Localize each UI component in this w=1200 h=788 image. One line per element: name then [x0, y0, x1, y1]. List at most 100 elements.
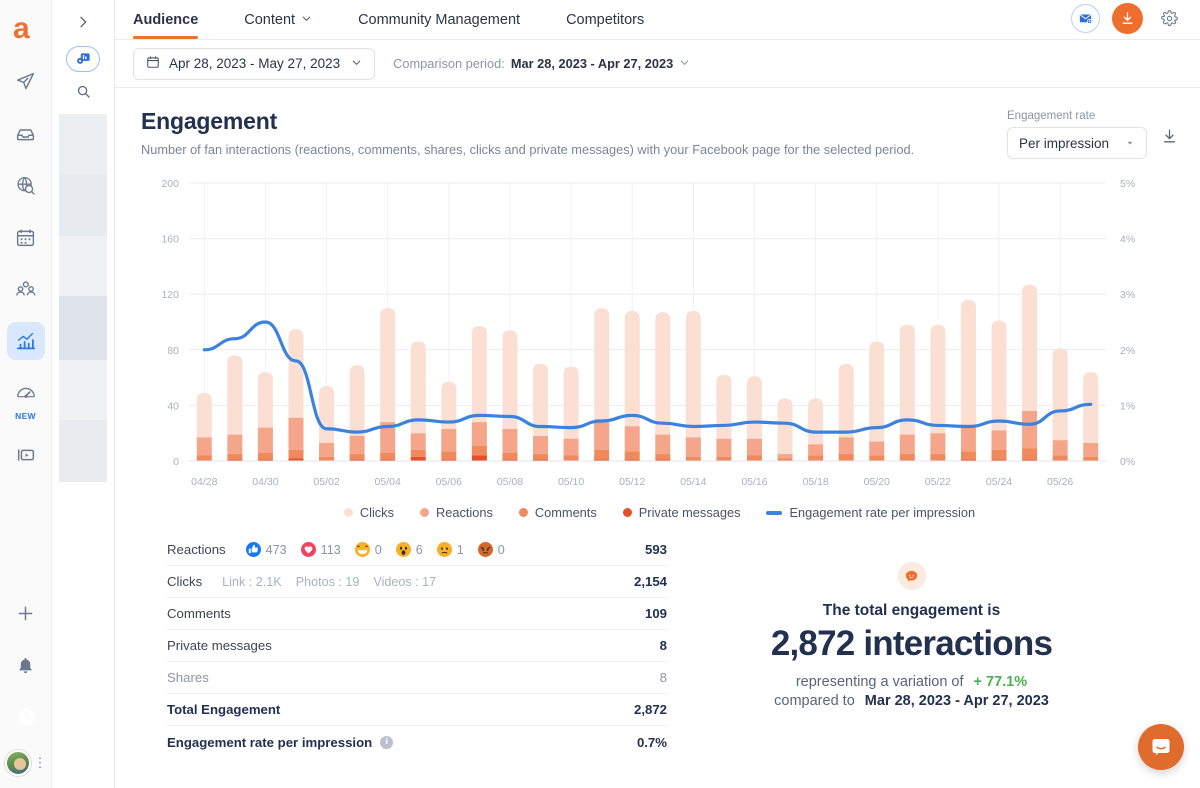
notifications-bell-icon[interactable]: [7, 646, 45, 684]
add-button[interactable]: [7, 594, 45, 632]
angry-icon: [478, 542, 493, 557]
reaction-count: 0: [498, 543, 505, 557]
skeleton-block: [59, 174, 107, 236]
table-row: Total Engagement 2,872: [167, 694, 667, 726]
legend-item-private-messages[interactable]: Private messages: [623, 505, 741, 520]
sidebar-item-video[interactable]: [7, 436, 45, 474]
engagement-rate-select[interactable]: Per impression: [1007, 127, 1147, 159]
summary-compared: compared to Mar 28, 2023 - Apr 27, 2023: [774, 693, 1049, 709]
legend-label: Clicks: [360, 505, 394, 520]
calendar-icon: [146, 55, 160, 72]
export-chart-download-icon[interactable]: [1161, 110, 1178, 150]
download-icon[interactable]: [1112, 3, 1143, 34]
haha-icon: [355, 542, 370, 557]
user-avatar-menu[interactable]: ⋮: [5, 750, 47, 776]
agorapulse-logo[interactable]: a: [6, 8, 46, 48]
reaction-count: 1: [457, 543, 464, 557]
like-icon: [246, 542, 261, 557]
engagement-chart[interactable]: 00%401%802%1203%1604%2005%04/2804/3005/0…: [141, 169, 1178, 499]
engagement-chart-svg: 00%401%802%1203%1604%2005%04/2804/3005/0…: [141, 169, 1171, 499]
sidebar-item-fans[interactable]: [7, 270, 45, 308]
reaction-like: 473: [246, 542, 287, 557]
clicks-videos: Videos : 17: [373, 575, 436, 589]
main-area: Audience Content Community Management Co…: [115, 0, 1200, 788]
summary-compared-prefix: compared to: [774, 693, 855, 709]
stat-label: Total Engagement: [167, 702, 280, 717]
comparison-period-label: Comparison period:: [393, 56, 505, 71]
top-actions: [1071, 3, 1184, 39]
avatar[interactable]: [5, 750, 31, 776]
legend-item-comments[interactable]: Comments: [519, 505, 597, 520]
table-row: Reactions 473: [167, 534, 667, 566]
reaction-count: 113: [321, 543, 341, 557]
stat-value: 593: [645, 542, 667, 557]
chat-bubble-icon: [898, 562, 926, 590]
table-row: Private messages 8: [167, 630, 667, 662]
legend-item-reactions[interactable]: Reactions: [420, 505, 493, 520]
sidebar-item-reports[interactable]: [7, 322, 45, 360]
roi-new-badge: NEW: [15, 411, 36, 421]
sidebar-item-inbox[interactable]: [7, 114, 45, 152]
reaction-sad: 1: [437, 542, 464, 557]
tab-content[interactable]: Content: [244, 0, 334, 39]
nav-tabs: Audience Content Community Management Co…: [133, 0, 690, 39]
search-icon[interactable]: [66, 76, 100, 106]
legend-item-clicks[interactable]: Clicks: [344, 505, 394, 520]
sidebar-item-publishing[interactable]: [7, 62, 45, 100]
svg-text:4%: 4%: [1120, 234, 1135, 246]
svg-text:05/08: 05/08: [497, 476, 523, 488]
page-title: Engagement: [141, 108, 914, 135]
svg-text:5%: 5%: [1120, 178, 1135, 190]
skeleton-block: [59, 360, 107, 420]
mail-icon[interactable]: [1071, 4, 1100, 33]
account-switch-icon[interactable]: [66, 46, 100, 72]
secondary-panel: [52, 0, 115, 788]
expand-panel-chevron-right-icon[interactable]: [61, 6, 105, 38]
stat-value: 8: [660, 638, 667, 653]
comparison-period-value: Mar 28, 2023 - Apr 27, 2023: [511, 56, 673, 71]
summary-variation: representing a variation of + 77.1%: [796, 674, 1027, 690]
summary-total: 2,872 interactions: [771, 624, 1052, 664]
svg-text:05/06: 05/06: [436, 476, 462, 488]
stat-value: 0.7%: [637, 735, 667, 750]
top-navigation-bar: Audience Content Community Management Co…: [115, 0, 1200, 40]
sidebar-item-roi[interactable]: NEW: [7, 374, 45, 412]
secondary-panel-header: [52, 0, 114, 106]
avatar-kebab-icon[interactable]: ⋮: [34, 759, 47, 767]
summary-line-1: The total engagement is: [823, 602, 1000, 620]
stat-value: 109: [645, 606, 667, 621]
clicks-link: Link : 2.1K: [222, 575, 282, 589]
svg-text:05/10: 05/10: [558, 476, 584, 488]
chevron-down-icon: [679, 56, 690, 71]
svg-text:120: 120: [161, 289, 179, 301]
legend-item-engagement-rate[interactable]: Engagement rate per impression: [766, 505, 975, 520]
svg-text:80: 80: [167, 345, 179, 357]
intercom-chat-icon[interactable]: [1138, 724, 1184, 770]
tab-audience[interactable]: Audience: [133, 0, 220, 39]
tab-competitors[interactable]: Competitors: [566, 0, 666, 39]
svg-text:3%: 3%: [1120, 289, 1135, 301]
tab-competitors-label: Competitors: [566, 12, 644, 28]
tab-community-management-label: Community Management: [358, 12, 520, 28]
info-icon[interactable]: i: [380, 736, 393, 749]
table-row: Comments 109: [167, 598, 667, 630]
tab-community-management[interactable]: Community Management: [358, 0, 542, 39]
comparison-period-picker[interactable]: Comparison period: Mar 28, 2023 - Apr 27…: [393, 56, 690, 71]
reaction-count: 473: [266, 543, 287, 557]
skeleton-block: [59, 114, 107, 174]
tab-content-label: Content: [244, 12, 295, 28]
svg-text:05/24: 05/24: [986, 476, 1012, 488]
svg-text:04/28: 04/28: [191, 476, 217, 488]
gear-icon[interactable]: [1155, 4, 1184, 33]
svg-text:0%: 0%: [1120, 456, 1135, 468]
help-question-icon[interactable]: [7, 698, 45, 736]
report-content: Engagement Number of fan interactions (r…: [115, 88, 1200, 788]
engagement-card-header: Engagement Number of fan interactions (r…: [141, 108, 1178, 159]
date-range-picker[interactable]: Apr 28, 2023 - May 27, 2023: [133, 48, 375, 80]
app-root: a: [0, 0, 1200, 788]
summary-variation-prefix: representing a variation of: [796, 674, 964, 690]
svg-text:05/22: 05/22: [925, 476, 951, 488]
sidebar-item-listening[interactable]: [7, 166, 45, 204]
sidebar-item-calendar[interactable]: [7, 218, 45, 256]
reaction-wow: 6: [396, 542, 423, 557]
